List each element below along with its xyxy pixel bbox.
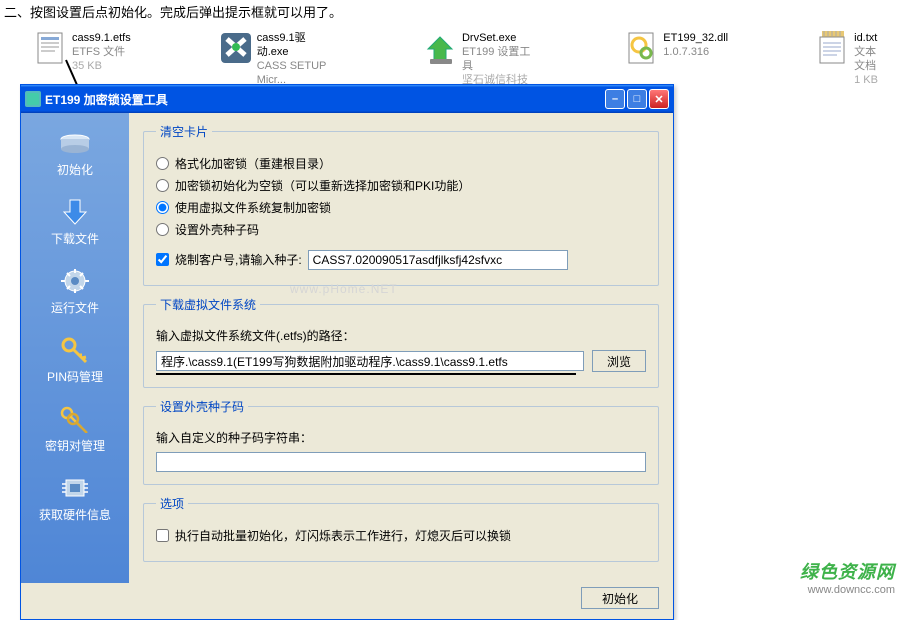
titlebar[interactable]: ET199 加密锁设置工具 – □ ✕: [21, 85, 673, 113]
fieldset-vfs-download: 下载虚拟文件系统 输入虚拟文件系统文件(.etfs)的路径： 浏览: [143, 296, 659, 388]
exe-icon: [426, 31, 456, 67]
close-button[interactable]: ✕: [649, 89, 669, 109]
txt-icon: [818, 31, 848, 67]
dll-icon: [627, 31, 657, 67]
radio-shell-seed[interactable]: 设置外壳种子码: [156, 221, 646, 238]
download-arrow-icon: [57, 196, 93, 228]
sidebar-label: 下载文件: [51, 230, 99, 247]
legend: 选项: [156, 495, 188, 512]
file-name: id.txt: [854, 31, 885, 45]
site-watermark: 绿色资源网 www.downcc.com: [800, 558, 895, 596]
key-icon: [57, 334, 93, 366]
legend: 下载虚拟文件系统: [156, 296, 260, 313]
sidebar-label: 初始化: [57, 161, 93, 178]
radio-label: 设置外壳种子码: [175, 221, 259, 238]
sidebar-label: PIN码管理: [47, 368, 103, 385]
vfs-path-label: 输入虚拟文件系统文件(.etfs)的路径：: [156, 327, 646, 344]
watermark-title: 绿色资源网: [800, 558, 895, 584]
underline-annotation: [156, 373, 576, 375]
shell-seed-label: 输入自定义的种子码字符串：: [156, 429, 646, 446]
sidebar-item-pin[interactable]: PIN码管理: [21, 332, 129, 387]
watermark-url: www.downcc.com: [800, 584, 895, 596]
file-txt[interactable]: id.txt 文本文档 1 KB: [818, 31, 885, 101]
radio-label: 格式化加密锁（重建根目录）: [175, 155, 331, 172]
chip-icon: [57, 472, 93, 504]
keys-icon: [57, 403, 93, 435]
radio-init-empty[interactable]: 加密锁初始化为空锁（可以重新选择加密锁和PKI功能）: [156, 177, 646, 194]
checkbox-label: 执行自动批量初始化，灯闪烁表示工作进行，灯熄灭后可以换锁: [175, 527, 511, 544]
sidebar: 初始化 下载文件 运行文件 PIN码管理 密钥对管理 获取硬件信息: [21, 113, 129, 583]
fieldset-options: 选项 执行自动批量初始化，灯闪烁表示工作进行，灯熄灭后可以换锁: [143, 495, 659, 562]
gear-icon: [57, 265, 93, 297]
file-size: 1 KB: [854, 73, 885, 87]
file-icon: [36, 31, 66, 67]
file-type: 文本文档: [854, 45, 885, 73]
checkbox-label: 烧制客户号,请输入种子:: [175, 251, 302, 268]
sidebar-label: 运行文件: [51, 299, 99, 316]
disk-icon: [57, 127, 93, 159]
seed-input[interactable]: [308, 250, 568, 270]
legend: 设置外壳种子码: [156, 398, 248, 415]
sidebar-item-hwinfo[interactable]: 获取硬件信息: [21, 470, 129, 525]
fieldset-shell-seed: 设置外壳种子码 输入自定义的种子码字符串：: [143, 398, 659, 485]
app-icon: [25, 91, 41, 107]
radio-label: 加密锁初始化为空锁（可以重新选择加密锁和PKI功能）: [175, 177, 470, 194]
sidebar-item-download[interactable]: 下载文件: [21, 194, 129, 249]
file-name: DrvSet.exe: [462, 31, 537, 45]
minimize-button[interactable]: –: [605, 89, 625, 109]
file-name: ET199_32.dll: [663, 31, 728, 45]
sidebar-label: 密钥对管理: [45, 437, 105, 454]
sidebar-item-run[interactable]: 运行文件: [21, 263, 129, 318]
settings-dialog: ET199 加密锁设置工具 – □ ✕ 初始化 下载文件 运行文件 PIN码管理: [20, 84, 674, 620]
legend: 清空卡片: [156, 123, 212, 140]
init-button[interactable]: 初始化: [581, 587, 659, 609]
content-panel: 清空卡片 格式化加密锁（重建根目录） 加密锁初始化为空锁（可以重新选择加密锁和P…: [129, 113, 673, 583]
browse-button[interactable]: 浏览: [592, 350, 646, 372]
maximize-button[interactable]: □: [627, 89, 647, 109]
checkbox-auto-batch[interactable]: 执行自动批量初始化，灯闪烁表示工作进行，灯熄灭后可以换锁: [156, 527, 646, 544]
sidebar-item-keypair[interactable]: 密钥对管理: [21, 401, 129, 456]
checkbox-burn-customer[interactable]: 烧制客户号,请输入种子:: [156, 251, 302, 268]
file-type: CASS SETUP Micr...: [257, 59, 336, 87]
exe-icon: [221, 31, 251, 67]
radio-label: 使用虚拟文件系统复制加密锁: [175, 199, 331, 216]
dialog-footer: 初始化: [21, 583, 673, 619]
sidebar-label: 获取硬件信息: [39, 506, 111, 523]
file-type: ET199 设置工具: [462, 45, 537, 73]
window-title: ET199 加密锁设置工具: [45, 91, 605, 108]
file-size: 35 KB: [72, 59, 131, 73]
file-type: ETFS 文件: [72, 45, 131, 59]
shell-seed-input[interactable]: [156, 452, 646, 472]
fieldset-clear-card: 清空卡片 格式化加密锁（重建根目录） 加密锁初始化为空锁（可以重新选择加密锁和P…: [143, 123, 659, 286]
instruction-text: 二、按图设置后点初始化。完成后弹出提示框就可以用了。: [0, 0, 905, 29]
file-version: 1.0.7.316: [663, 45, 728, 59]
sidebar-item-init[interactable]: 初始化: [21, 125, 129, 180]
file-name: cass9.1驱动.exe: [257, 31, 336, 59]
radio-format[interactable]: 格式化加密锁（重建根目录）: [156, 155, 646, 172]
vfs-path-input[interactable]: [156, 351, 584, 371]
file-name: cass9.1.etfs: [72, 31, 131, 45]
radio-vfs-copy[interactable]: 使用虚拟文件系统复制加密锁: [156, 199, 646, 216]
